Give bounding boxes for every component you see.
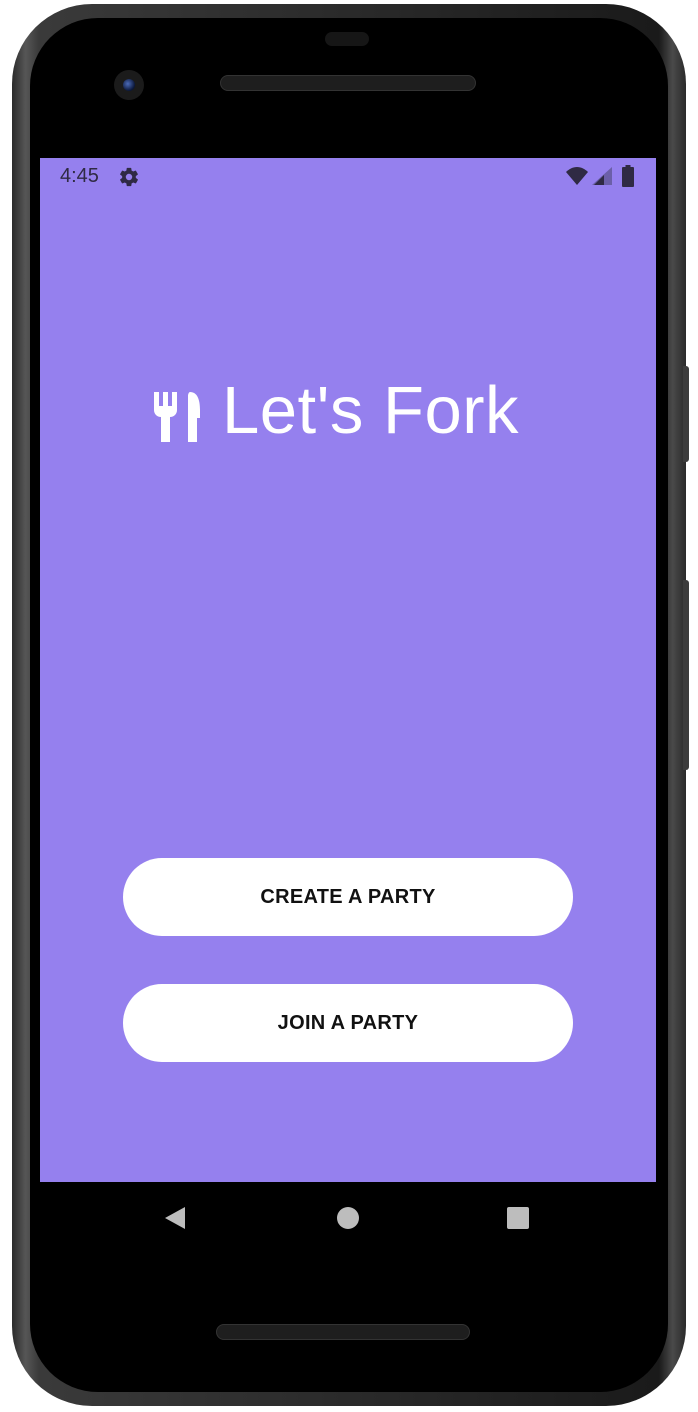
home-icon[interactable]: [337, 1207, 359, 1229]
create-party-button[interactable]: CREATE A PARTY: [123, 858, 573, 936]
front-camera: [114, 70, 144, 100]
recents-icon[interactable]: [507, 1207, 529, 1229]
proximity-sensor: [325, 32, 369, 46]
earpiece-speaker: [220, 75, 476, 91]
bottom-speaker: [216, 1324, 470, 1340]
signal-icon: [592, 167, 612, 185]
power-button: [683, 366, 689, 462]
settings-icon: [120, 167, 138, 187]
app-title: Let's Fork: [222, 373, 520, 448]
status-bar: 4:45: [40, 158, 656, 196]
app-screen: 4:45 Let's Fork CREATE A PARTY JOIN A PA…: [40, 158, 656, 1182]
navigation-bar: [40, 1182, 656, 1252]
back-icon[interactable]: [163, 1206, 187, 1230]
join-party-button[interactable]: JOIN A PARTY: [123, 984, 573, 1062]
wifi-icon: [566, 167, 588, 185]
battery-icon: [622, 165, 634, 187]
status-time: 4:45: [60, 165, 99, 187]
fork-knife-icon: [154, 392, 200, 442]
volume-button: [683, 580, 689, 770]
